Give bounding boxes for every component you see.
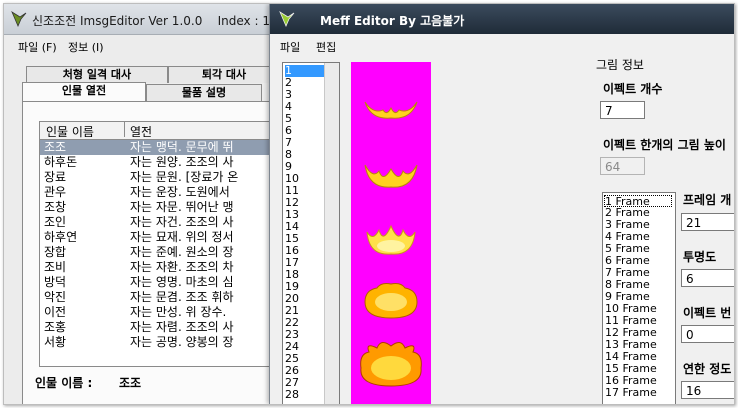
effect-height-input[interactable]: 64 <box>600 157 645 175</box>
column-divider[interactable] <box>40 122 125 137</box>
table-row[interactable]: 조인 자는 자건. 조조의 사 <box>40 215 306 230</box>
app-logo-icon <box>11 10 27 28</box>
frame-list[interactable]: 1 Frame 2 Frame 3 Frame 4 Frame 5 Frame 6 Fra… <box>602 192 676 404</box>
table-row[interactable]: 조창 자는 자문. 뛰어난 맹 <box>40 200 306 215</box>
effect-change-input[interactable]: 0 <box>681 325 734 343</box>
tab-strip-bottom: 인물 열전 물품 설명 <box>22 82 304 101</box>
table-row[interactable]: 하후돈 자는 원양. 조조의 사 <box>40 155 306 170</box>
frame-count-input[interactable]: 21 <box>681 213 734 231</box>
cell-biography: 자는 자환. 조조의 차 <box>130 260 234 274</box>
cell-biography: 자는 만성. 위 장수. <box>130 305 227 319</box>
name-label: 인물 이름 : <box>35 376 93 390</box>
cell-name: 하후연 <box>44 230 78 244</box>
index-list-scrollbar[interactable] <box>324 63 339 404</box>
app-logo-icon <box>279 10 295 28</box>
window-title: Meff Editor By 고음불가 <box>320 14 465 28</box>
imsg-editor-window: 신조조전 ImsgEditor Ver 1.0.0 Index : 1 파일 (… <box>4 4 307 404</box>
cell-name: 장료 <box>44 170 67 184</box>
cell-biography: 자는 준예. 원소의 장 <box>130 245 234 259</box>
cell-name: 조인 <box>44 215 67 229</box>
table-row[interactable]: 하후연 자는 묘재. 위의 정서 <box>40 230 306 245</box>
window-title: 신조조전 ImsgEditor Ver 1.0.0 Index : 1 <box>32 14 270 28</box>
cell-name: 관우 <box>44 185 67 199</box>
cell-name: 조비 <box>44 260 67 274</box>
table-row[interactable]: 조조 자는 맹덕. 문무에 뛰 <box>40 140 306 155</box>
cell-biography: 자는 운장. 도원에서 <box>130 185 230 199</box>
effect-count-input[interactable]: 7 <box>600 101 645 119</box>
menu-file[interactable]: 파일 (F) <box>18 39 57 55</box>
cell-biography: 자는 자건. 조조의 사 <box>130 215 234 229</box>
menu-edit[interactable]: 편집 <box>316 39 336 55</box>
link-degree-input[interactable]: 16 <box>681 381 734 399</box>
cell-biography: 자는 자문. 뛰어난 맹 <box>130 200 234 214</box>
cell-name: 조창 <box>44 200 67 214</box>
cell-name: 하후돈 <box>44 155 78 169</box>
frame-item[interactable]: 17 Frame <box>605 387 671 399</box>
list-header: 인물 이름 열전 <box>40 122 306 140</box>
menu-file[interactable]: 파일 <box>280 39 300 55</box>
flame-frame-2 <box>364 164 418 188</box>
meff-editor-window: Meff Editor By 고음불가 파일 편집 1 2 3 4 5 6 7 8 9 10 11 1… <box>269 4 734 404</box>
cell-biography: 자는 원양. 조조의 사 <box>130 155 234 169</box>
screenshot-frame: 신조조전 ImsgEditor Ver 1.0.0 Index : 1 파일 (… <box>3 3 735 405</box>
biography-list[interactable]: 인물 이름 열전 조조 자는 맹덕. 문무에 뛰 하후돈 자는 원양. 조조의 사 장료… <box>39 121 307 367</box>
effect-preview-canvas <box>351 62 431 404</box>
name-value: 조조 <box>119 376 142 390</box>
menu-info[interactable]: 정보 (I) <box>68 39 104 55</box>
cell-biography: 자는 묘재. 위의 정서 <box>130 230 234 244</box>
table-row[interactable]: 조홍 자는 자렴. 조조의 사 <box>40 320 306 335</box>
effect-height-label: 이펙트 한개의 그림 높이 <box>603 138 726 152</box>
table-row[interactable]: 장료 자는 문원. [장료가 온 <box>40 170 306 185</box>
cell-name: 악진 <box>44 290 67 304</box>
cell-name: 방덕 <box>44 275 67 289</box>
cell-name: 장합 <box>44 245 67 259</box>
menu-bar: 파일 편집 <box>270 35 734 55</box>
effect-index-list[interactable]: 1 2 3 4 5 6 7 8 9 10 11 12 13 14 15 16 17 18 19 20 21 22 23 24 2… <box>282 62 340 404</box>
table-row[interactable]: 장합 자는 준예. 원소의 장 <box>40 245 306 260</box>
frame-count-label: 프레임 개 <box>683 193 732 207</box>
picture-info-label: 그림 정보 <box>596 58 644 72</box>
cell-name: 이전 <box>44 305 67 319</box>
cell-biography: 자는 자렴. 조조의 사 <box>130 320 234 334</box>
column-header-biography[interactable]: 열전 <box>130 123 152 140</box>
cell-biography: 자는 문겸. 조조 휘하 <box>130 290 234 304</box>
cell-biography: 자는 문원. [장료가 온 <box>130 170 239 184</box>
cell-biography: 자는 공명. 양봉의 장 <box>130 335 234 349</box>
cell-name: 조조 <box>44 140 67 154</box>
title-bar[interactable]: Meff Editor By 고음불가 <box>270 4 734 34</box>
tab-item-description[interactable]: 물품 설명 <box>146 84 262 101</box>
flame-frame-3 <box>366 224 416 255</box>
tab-biography[interactable]: 인물 열전 <box>22 82 146 101</box>
table-row[interactable]: 악진 자는 문겸. 조조 휘하 <box>40 290 306 305</box>
table-row[interactable]: 관우 자는 운장. 도원에서 <box>40 185 306 200</box>
tab-retreat-lines[interactable]: 퇴각 대사 <box>168 66 280 83</box>
table-row[interactable]: 서황 자는 공명. 양봉의 장 <box>40 335 306 350</box>
menu-bar: 파일 (F) 정보 (I) <box>4 35 304 55</box>
table-row[interactable]: 이전 자는 만성. 위 장수. <box>40 305 306 320</box>
cell-biography: 자는 영명. 마초의 심 <box>130 275 234 289</box>
flame-frame-4 <box>364 283 418 319</box>
link-degree-label: 연한 정도 <box>683 362 732 376</box>
opacity-input[interactable]: 6 <box>681 269 734 287</box>
flame-frame-1 <box>364 101 418 119</box>
tab-execution-lines[interactable]: 처형 일격 대사 <box>26 66 168 83</box>
title-bar[interactable]: 신조조전 ImsgEditor Ver 1.0.0 Index : 1 <box>4 4 304 35</box>
effect-count-label: 이펙트 개수 <box>603 82 663 96</box>
list-item[interactable]: 28 <box>285 389 325 401</box>
table-row[interactable]: 조비 자는 자환. 조조의 차 <box>40 260 306 275</box>
biography-panel: 인물 이름 열전 조조 자는 맹덕. 문무에 뛰 하후돈 자는 원양. 조조의 사 장료… <box>22 101 307 404</box>
flame-frame-5 <box>360 342 422 387</box>
cell-name: 조홍 <box>44 320 67 334</box>
cell-name: 서황 <box>44 335 67 349</box>
table-row[interactable]: 방덕 자는 영명. 마초의 심 <box>40 275 306 290</box>
cell-biography: 자는 맹덕. 문무에 뛰 <box>130 140 234 154</box>
effect-change-label: 이펙트 번 <box>683 306 732 320</box>
opacity-label: 투명도 <box>683 250 717 264</box>
